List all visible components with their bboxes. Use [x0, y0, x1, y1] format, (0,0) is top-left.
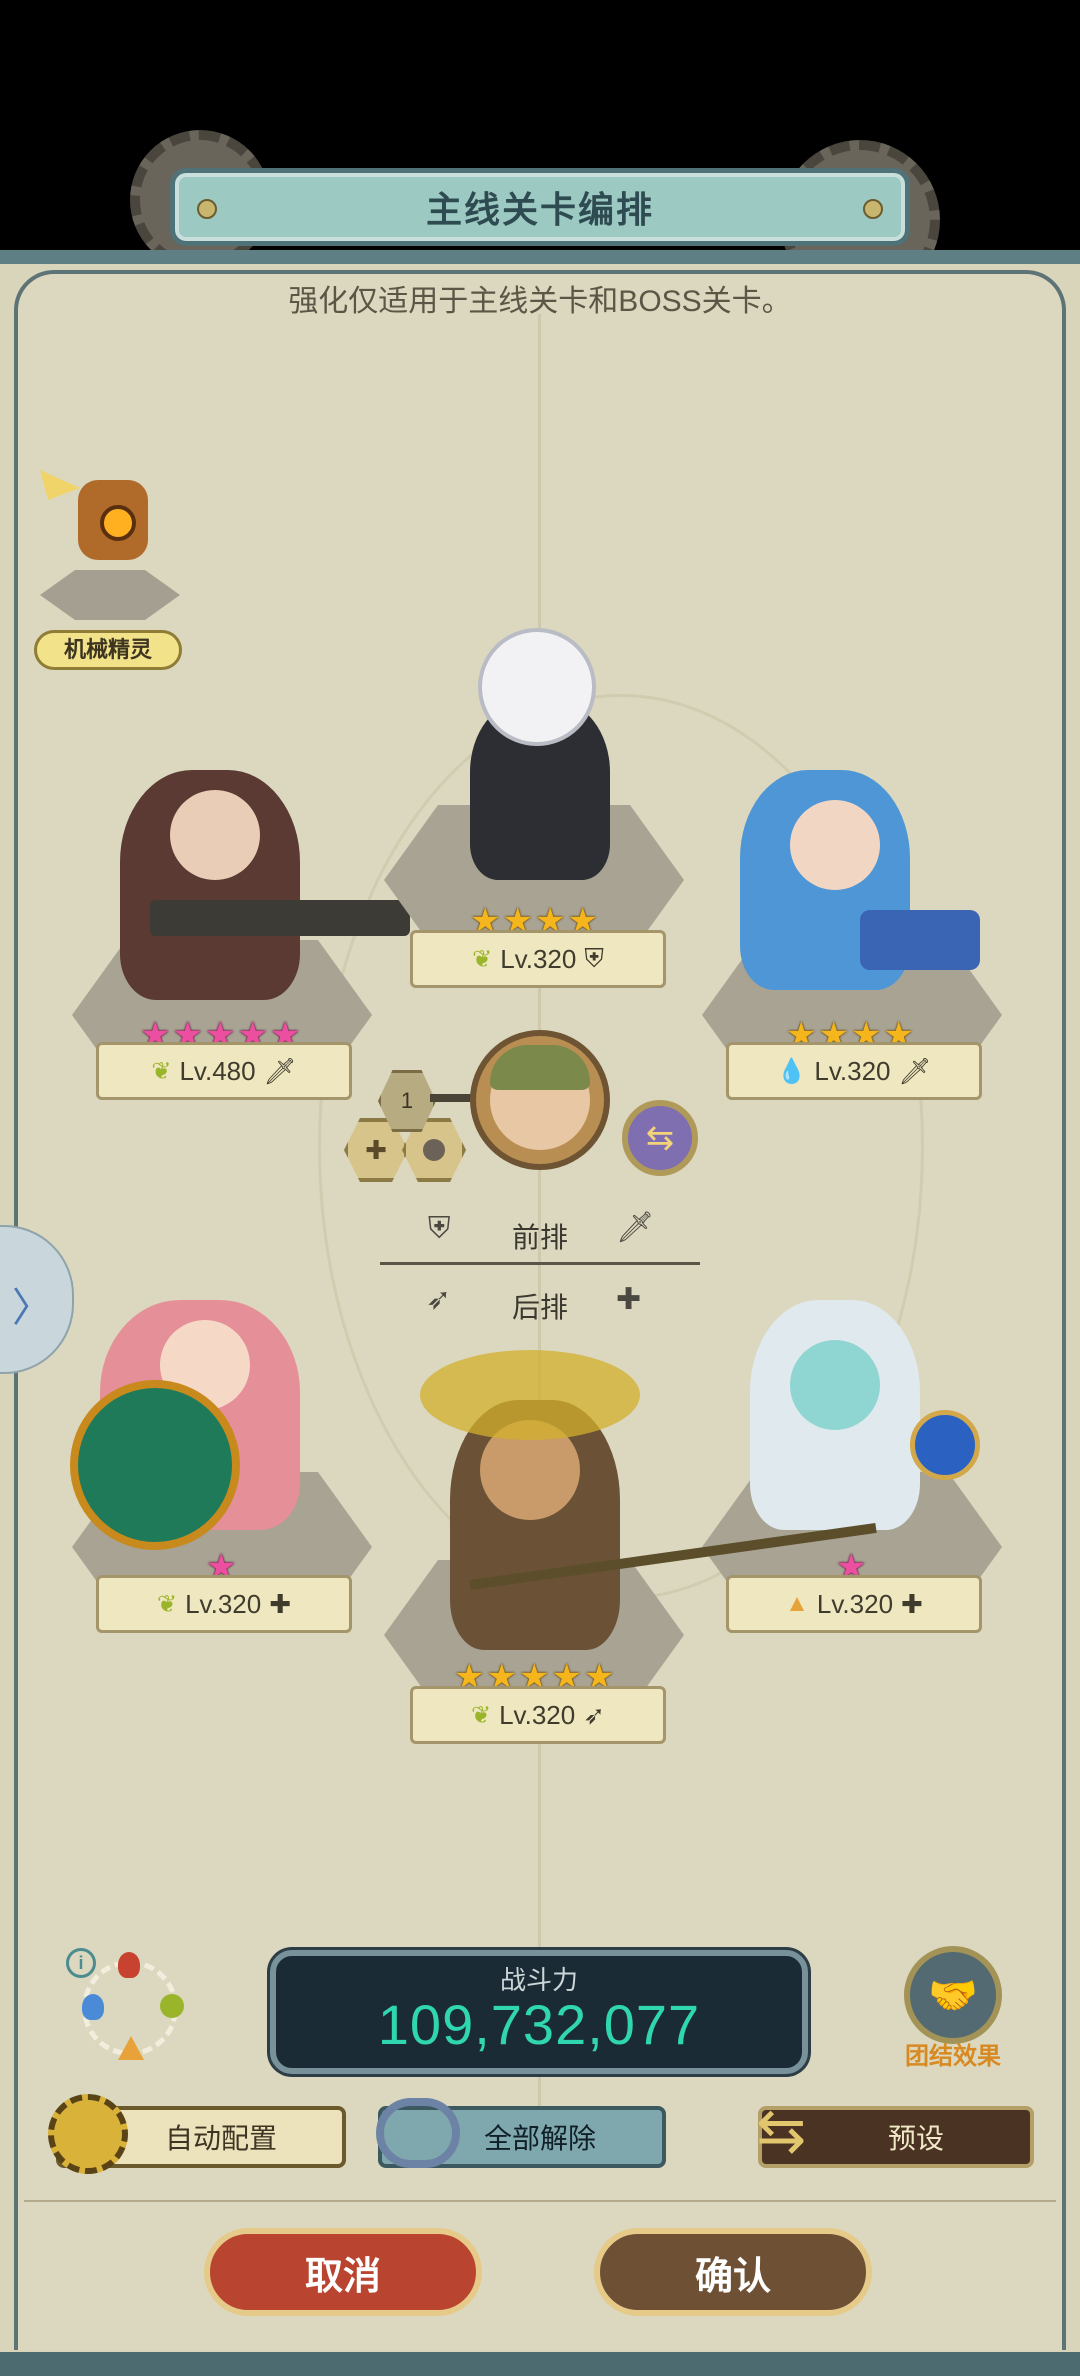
mech-spirit-slot[interactable] — [40, 460, 180, 620]
back-row-label: 后排 — [512, 1292, 569, 1323]
title-plate: 主线关卡编排 — [170, 168, 910, 246]
confirm-button[interactable]: 确认 — [594, 2228, 872, 2316]
combat-power-value: 109,732,077 — [377, 1993, 701, 2056]
subtitle-text: 强化仅适用于主线关卡和BOSS关卡。 — [288, 285, 792, 318]
cancel-button[interactable]: 取消 — [204, 2228, 482, 2316]
swap-icon: ⇆ — [645, 1119, 675, 1157]
hero-level-plate: ❦ Lv.320 ✚ — [96, 1575, 352, 1633]
mech-spirit-label: 机械精灵 — [34, 630, 182, 670]
swap-arrows-icon: ⇆ — [756, 2097, 807, 2164]
sword-role-icon: 🗡 — [898, 1055, 932, 1086]
fire-element-icon — [118, 1952, 140, 1978]
page-title: 主线关卡编排 — [425, 189, 654, 230]
plus-role-icon: ✚ — [901, 1588, 923, 1619]
crystal-orb-icon — [910, 1410, 980, 1480]
shield-role-icon: ⛨ — [584, 943, 604, 973]
hair-flare — [420, 1350, 640, 1440]
wind-element-icon: ❦ — [151, 1057, 172, 1085]
front-row-label: 前排 — [512, 1222, 569, 1253]
info-icon[interactable]: i — [66, 1948, 96, 1978]
wind-element-icon: ❦ — [156, 1590, 178, 1618]
fan-shield-icon — [70, 1380, 240, 1550]
crossbow-weapon — [860, 910, 980, 970]
handshake-icon: 🤝 — [928, 1973, 978, 2018]
chevron-right-icon: 〉 — [12, 1286, 52, 1330]
swap-leader-button[interactable]: ⇆ — [622, 1100, 698, 1176]
sword-icon: 🗡 — [616, 1211, 655, 1244]
bow-icon: ➶ — [426, 1283, 452, 1316]
chain-icon — [376, 2098, 460, 2168]
bottom-frame-bar — [0, 2352, 1080, 2376]
hero-level: Lv.320 — [500, 943, 577, 974]
water-element-icon — [82, 1994, 104, 2020]
hero-level-plate: ❦ Lv.480 🗡 — [96, 1042, 352, 1100]
hero-level: Lv.320 — [499, 1699, 576, 1730]
badge-connector — [430, 1094, 474, 1102]
bottom-divider — [24, 2200, 1056, 2202]
hero-level: Lv.320 — [814, 1055, 891, 1086]
plus-role-icon: ✚ — [269, 1588, 292, 1619]
leader-helmet — [490, 1045, 590, 1090]
unity-effect-label: 团结效果 — [905, 2043, 1001, 2070]
wind-element-icon: ❦ — [470, 1701, 492, 1729]
orb-icon — [423, 1139, 445, 1161]
gear-icon — [48, 2094, 128, 2174]
plus-icon: ✚ — [616, 1283, 642, 1316]
hero-level: Lv.480 — [179, 1055, 256, 1086]
earth-element-icon: ▲ — [785, 1590, 809, 1617]
hero-level-plate: ❦ Lv.320 ⛨ — [410, 930, 666, 988]
plus-icon: ✚ — [365, 1134, 387, 1165]
hero-level-plate: ▲ Lv.320 ✚ — [726, 1575, 982, 1633]
unity-effect-button[interactable]: 🤝 — [904, 1946, 1002, 2044]
wind-element-icon — [160, 1994, 184, 2018]
hero-level: Lv.320 — [185, 1588, 262, 1619]
wind-element-icon: ❦ — [472, 945, 493, 973]
rifle-weapon — [150, 900, 410, 936]
water-element-icon: 💧 — [776, 1057, 807, 1085]
row-divider — [380, 1262, 700, 1265]
sword-role-icon: 🗡 — [263, 1055, 297, 1086]
bow-role-icon: ➶ — [583, 1699, 606, 1730]
hero-level-plate: ❦ Lv.320 ➶ — [410, 1686, 666, 1744]
shield-icon: ⛨ — [428, 1212, 451, 1245]
hero-level: Lv.320 — [816, 1588, 894, 1619]
hero-level-plate: 💧 Lv.320 🗡 — [726, 1042, 982, 1100]
